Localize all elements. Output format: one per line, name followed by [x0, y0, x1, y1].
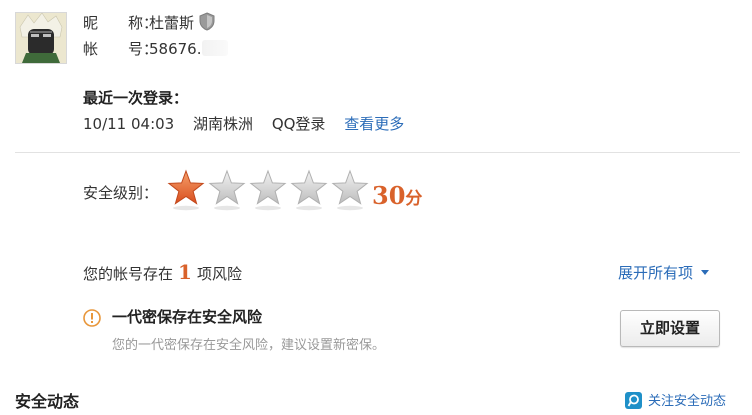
star-empty-icon — [207, 169, 247, 211]
follow-icon — [625, 392, 642, 409]
expand-all-label: 展开所有项 — [618, 264, 694, 282]
last-login-info: 10/11 04:03 湖南株洲 QQ登录 查看更多 — [83, 113, 418, 134]
risk-prefix: 您的帐号存在 — [83, 265, 174, 283]
expand-all-link[interactable]: 展开所有项 — [618, 262, 710, 283]
star-filled-icon — [166, 169, 206, 211]
set-now-button[interactable]: 立即设置 — [620, 310, 720, 347]
star-empty-icon — [289, 169, 329, 211]
follow-label: 关注安全动态 — [648, 394, 727, 409]
risk-item-title: 一代密保存在安全风险 — [112, 308, 263, 326]
security-score: 30分 — [372, 181, 422, 210]
view-more-link[interactable]: 查看更多 — [344, 115, 404, 133]
warning-icon — [83, 309, 101, 327]
risk-summary: 您的帐号存在 1 项风险 — [83, 260, 242, 284]
risk-count: 1 — [178, 260, 192, 284]
login-time: 10/11 04:03 — [83, 115, 175, 133]
account-label: 帐 号： — [83, 40, 159, 58]
last-login-title: 最近一次登录： — [83, 89, 189, 107]
login-location: 湖南株洲 — [193, 115, 254, 133]
follow-security-dynamics-link[interactable]: 关注安全动态 — [625, 390, 726, 409]
star-empty-icon — [330, 169, 370, 211]
account-row: 帐 号：58676. — [83, 38, 228, 59]
risk-item-description: 您的一代密保存在安全风险，建议设置新密保。 — [112, 338, 386, 353]
divider — [15, 152, 740, 153]
security-level-label: 安全级别： — [83, 184, 159, 202]
security-stars — [166, 169, 371, 211]
security-dynamics-title: 安全动态 — [15, 392, 80, 411]
score-value: 30 — [372, 181, 406, 210]
risk-suffix: 项风险 — [196, 265, 242, 283]
score-unit: 分 — [405, 189, 423, 209]
nickname-row: 昵 称：杜蕾斯 — [83, 12, 215, 35]
masked-digits — [201, 40, 228, 56]
star-empty-icon — [248, 169, 288, 211]
login-method: QQ登录 — [271, 115, 326, 133]
account-value: 58676. — [149, 40, 202, 58]
avatar — [15, 12, 67, 64]
chevron-down-icon — [701, 270, 710, 275]
nickname-value: 杜蕾斯 — [149, 14, 195, 32]
shield-icon — [199, 12, 215, 35]
nickname-label: 昵 称： — [83, 14, 159, 32]
